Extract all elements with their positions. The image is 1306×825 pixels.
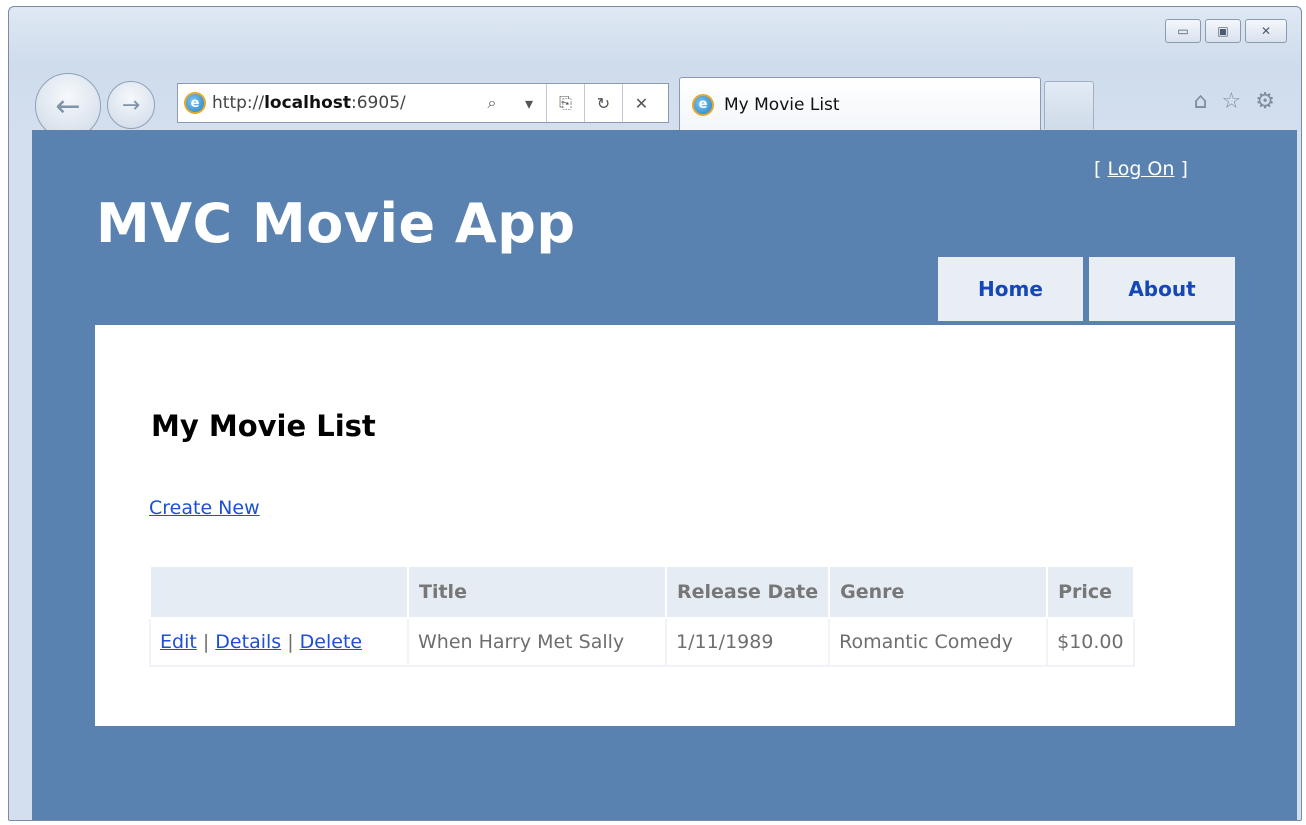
page-title: My Movie List	[151, 409, 376, 443]
logon-link[interactable]: Log On	[1107, 158, 1174, 180]
stop-icon: ✕	[634, 93, 649, 113]
row-actions-cell: Edit | Details | Delete	[149, 617, 409, 667]
maximize-icon: ▣	[1217, 24, 1229, 38]
edit-link[interactable]: Edit	[160, 631, 197, 653]
action-separator: |	[202, 631, 210, 653]
column-header-genre: Genre	[828, 565, 1049, 619]
close-button[interactable]: ✕	[1245, 19, 1287, 43]
url-rest: :6905/	[351, 93, 406, 113]
minimize-icon: ▭	[1177, 24, 1189, 38]
details-link[interactable]: Details	[215, 631, 281, 653]
menu-item-home[interactable]: Home	[938, 257, 1083, 321]
forward-arrow-icon: →	[121, 92, 141, 118]
column-header-price: Price	[1046, 565, 1135, 619]
action-separator: |	[287, 631, 294, 653]
app-title: MVC Movie App	[96, 192, 576, 255]
ie-logo-icon: e	[184, 92, 206, 114]
window-controls: ▭ ▣ ✕	[1165, 19, 1287, 43]
address-dropdown-button[interactable]: ▾	[512, 84, 546, 122]
main-menu: Home About	[938, 257, 1235, 321]
table-header-row: Title Release Date Genre Price	[149, 565, 1135, 619]
logon-display: [ Log On ]	[1094, 158, 1188, 180]
tab-my-movie-list[interactable]: e My Movie List	[679, 77, 1041, 131]
forward-button[interactable]: →	[107, 81, 155, 129]
movies-table: Title Release Date Genre Price Edit | De…	[149, 565, 1135, 667]
tab-favicon-icon: e	[692, 93, 714, 116]
minimize-button[interactable]: ▭	[1165, 19, 1201, 43]
address-bar[interactable]: e http://localhost:6905/ ⌕ ▾ ⎘ ↻ ✕	[177, 83, 669, 123]
cell-genre: Romantic Comedy	[828, 617, 1049, 667]
cell-price: $10.00	[1046, 617, 1135, 667]
url-prefix: http://	[212, 93, 265, 113]
refresh-icon: ↻	[596, 93, 611, 113]
search-button[interactable]: ⌕	[472, 84, 512, 122]
column-header-title: Title	[407, 565, 667, 619]
close-icon: ✕	[1260, 24, 1272, 38]
main-content: My Movie List Create New Title Release D…	[95, 325, 1235, 726]
gear-icon[interactable]: ⚙	[1255, 89, 1275, 114]
url-text[interactable]: http://localhost:6905/	[212, 93, 472, 113]
browser-toolbar: ⌂ ☆ ⚙	[1194, 89, 1275, 114]
refresh-button[interactable]: ↻	[584, 84, 622, 122]
browser-window: ▭ ▣ ✕ ← → e http://localhost:6905/ ⌕ ▾ ⎘…	[8, 6, 1302, 821]
stop-button[interactable]: ✕	[622, 84, 660, 122]
maximize-button[interactable]: ▣	[1205, 19, 1241, 43]
back-arrow-icon: ←	[55, 88, 81, 124]
url-host: localhost	[264, 93, 352, 113]
search-icon: ⌕	[487, 93, 497, 112]
page-viewport: [ Log On ] MVC Movie App Home About My M…	[32, 130, 1297, 820]
compatibility-view-icon: ⎘	[559, 93, 572, 112]
cell-title: When Harry Met Sally	[407, 617, 667, 667]
column-header-release-date: Release Date	[664, 565, 831, 619]
menu-item-about[interactable]: About	[1089, 257, 1235, 321]
tab-title: My Movie List	[724, 94, 840, 115]
logon-bracket-close: ]	[1174, 158, 1188, 180]
table-row: Edit | Details | Delete When Harry Met S…	[149, 617, 1135, 667]
chevron-down-icon: ▾	[524, 93, 534, 113]
compatibility-view-button[interactable]: ⎘	[546, 84, 584, 122]
column-header-actions	[149, 565, 409, 619]
favorites-star-icon[interactable]: ☆	[1222, 89, 1242, 114]
logon-bracket-open: [	[1094, 158, 1108, 180]
new-tab-button[interactable]	[1044, 81, 1094, 129]
home-icon[interactable]: ⌂	[1194, 89, 1208, 114]
create-new-link[interactable]: Create New	[149, 497, 260, 519]
cell-release-date: 1/11/1989	[664, 617, 831, 667]
delete-link[interactable]: Delete	[300, 631, 362, 653]
